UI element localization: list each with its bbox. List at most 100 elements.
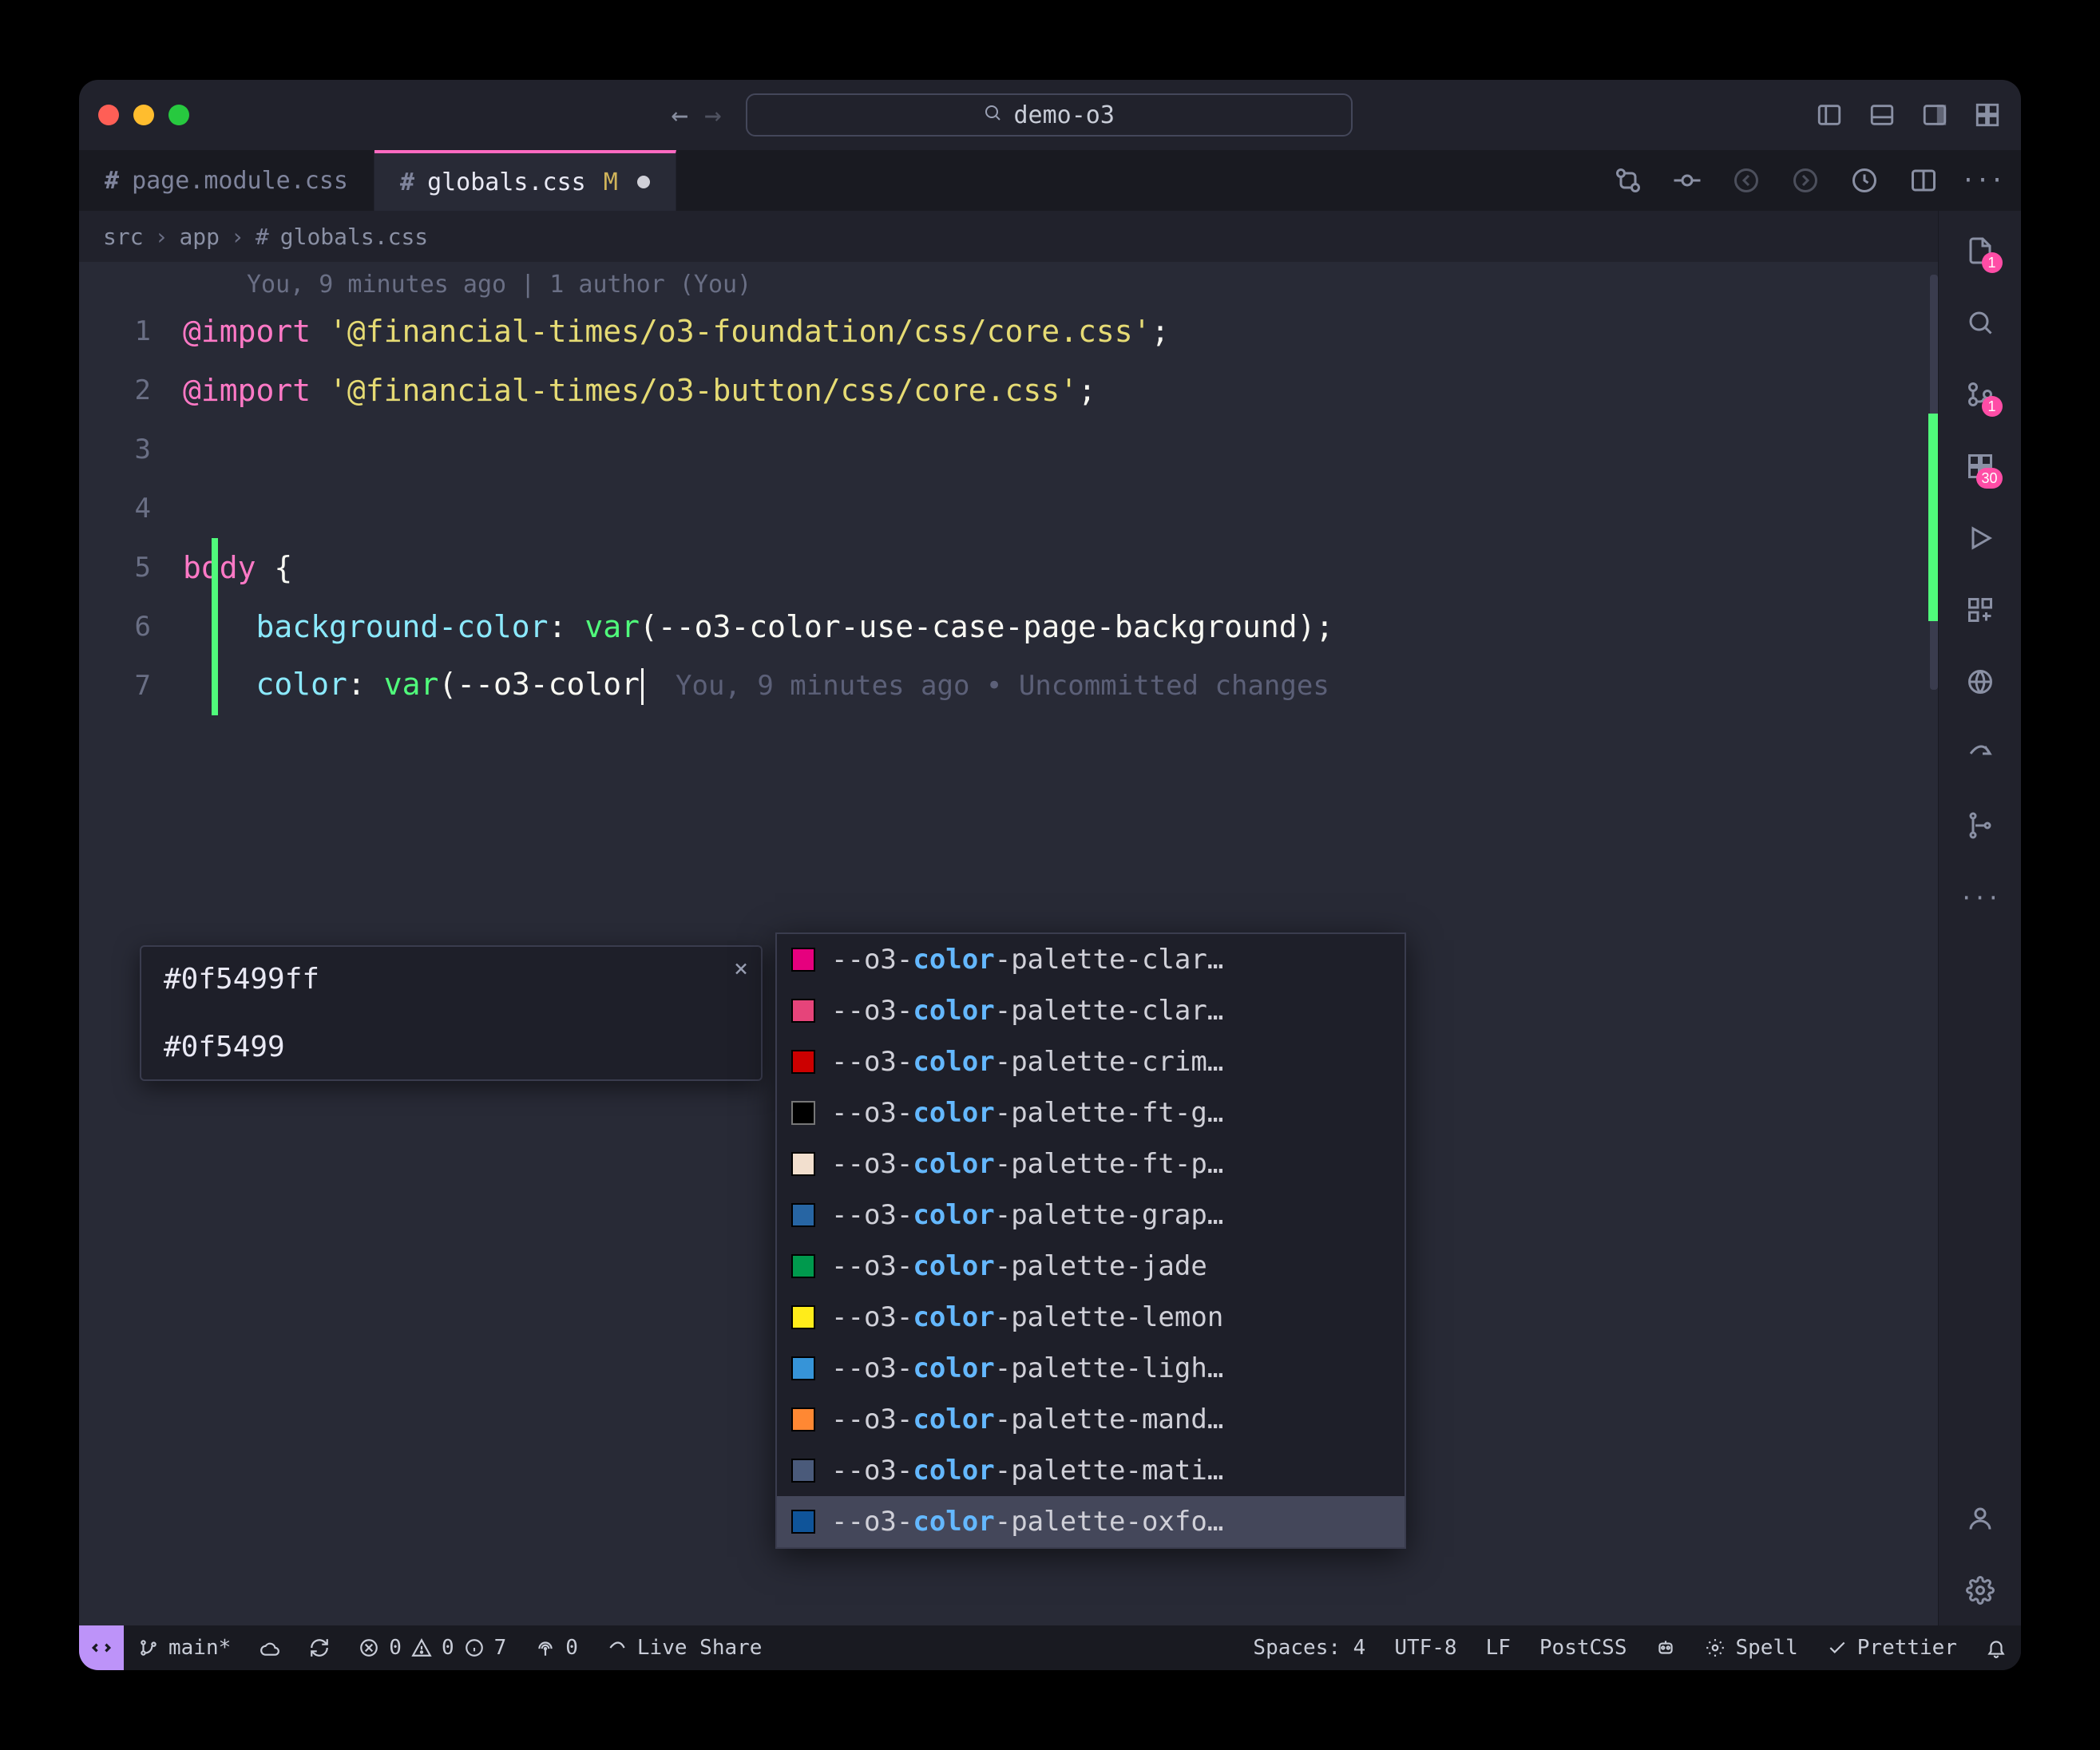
code-line[interactable]: 7 color: var(--o3-color You, 9 minutes a… [79,656,1938,715]
nav-forward-icon[interactable]: → [704,99,722,132]
close-window-button[interactable] [98,105,119,125]
autocomplete-label: --o3-color-palette-ft-p… [831,1148,1223,1180]
color-swatch-icon [791,1101,815,1125]
notifications-bell-icon[interactable] [1971,1637,2021,1658]
more-actions-icon[interactable]: ··· [1967,164,1999,196]
code-line[interactable]: 3 [79,420,1938,479]
radio-tower-status[interactable]: 0 [521,1636,592,1660]
autocomplete-item[interactable]: --o3-color-palette-ligh… [777,1343,1405,1394]
encoding-status[interactable]: UTF-8 [1380,1636,1471,1660]
autocomplete-item[interactable]: --o3-color-palette-ft-g… [777,1087,1405,1138]
run-debug-icon[interactable] [1964,522,1996,554]
zoom-window-button[interactable] [168,105,189,125]
nav-arrows: ← → [671,99,721,132]
code-line[interactable]: 6 background-color: var(--o3-color-use-c… [79,597,1938,656]
extension-marketplace-icon[interactable] [1964,594,1996,626]
timeline-icon[interactable] [1848,164,1880,196]
editor-tabs: # page.module.css # globals.css M [79,150,2021,211]
status-bar: main* 0 0 7 0 Live Share Spaces: 4 UTF-8… [79,1625,2021,1670]
autocomplete-label: --o3-color-palette-crim… [831,1046,1223,1078]
split-editor-icon[interactable] [1908,164,1940,196]
tab-label: page.module.css [132,167,348,195]
history-prev-icon[interactable] [1730,164,1762,196]
eol-status[interactable]: LF [1472,1636,1525,1660]
diff-gutter-added [212,538,218,715]
breadcrumb-seg[interactable]: src [103,224,144,250]
history-next-icon[interactable] [1789,164,1821,196]
color-swatch-icon [791,1510,815,1534]
autocomplete-label: --o3-color-palette-ligh… [831,1352,1223,1384]
remote-explorer-icon[interactable] [1964,666,1996,698]
autocomplete-item[interactable]: --o3-color-palette-ft-p… [777,1138,1405,1190]
prettier-status[interactable]: Prettier [1813,1636,1971,1660]
git-commit-icon[interactable] [1671,164,1703,196]
color-swatch-icon [791,1203,815,1227]
autocomplete-label: --o3-color-palette-grap… [831,1199,1223,1231]
remote-indicator[interactable] [79,1625,124,1670]
copilot-status-icon[interactable] [1641,1637,1690,1658]
explorer-icon[interactable]: 1 [1964,235,1996,267]
unsaved-dot-icon [637,176,650,188]
account-icon[interactable] [1964,1503,1996,1534]
color-swatch-icon [791,1050,815,1074]
color-swatch-icon [791,1305,815,1329]
gitlens-blame-header: You, 9 minutes ago | 1 author (You) [79,267,1938,302]
hash-icon: # [400,168,414,196]
autocomplete-item[interactable]: --o3-color-palette-jade [777,1241,1405,1292]
autocomplete-item[interactable]: --o3-color-palette-grap… [777,1190,1405,1241]
breadcrumb-seg[interactable]: app [179,224,220,250]
overflow-icon[interactable]: ··· [1964,881,1996,913]
tab-page-module-css[interactable]: # page.module.css [79,150,374,211]
git-compare-icon[interactable] [1612,164,1644,196]
tab-globals-css[interactable]: # globals.css M [374,150,676,211]
minimap[interactable] [1916,262,1938,1625]
code-line[interactable]: 4 [79,479,1938,538]
code-line[interactable]: 5 body { [79,538,1938,597]
git-branch-status[interactable]: main* [124,1636,245,1660]
code-editor[interactable]: You, 9 minutes ago | 1 author (You) 1 @i… [79,262,1938,1625]
settings-gear-icon[interactable] [1964,1574,1996,1606]
autocomplete-item[interactable]: --o3-color-palette-mati… [777,1445,1405,1496]
autocomplete-item[interactable]: --o3-color-palette-clar… [777,985,1405,1036]
code-line[interactable]: 2 @import '@financial-times/o3-button/cs… [79,361,1938,420]
autocomplete-item[interactable]: --o3-color-palette-clar… [777,934,1405,985]
search-icon [983,103,1002,128]
autocomplete-label: --o3-color-palette-oxfo… [831,1506,1223,1538]
badge: 30 [1976,468,2002,489]
minimize-window-button[interactable] [133,105,154,125]
line-number: 4 [79,493,183,525]
layout-sidebar-left-icon[interactable] [1815,101,1844,129]
nav-back-icon[interactable]: ← [671,99,688,132]
search-icon[interactable] [1964,307,1996,339]
autocomplete-item[interactable]: --o3-color-palette-lemon [777,1292,1405,1343]
cloud-sync-icon[interactable] [245,1637,295,1658]
editor-actions: ··· [1590,150,2021,211]
code-line[interactable]: 1 @import '@financial-times/o3-foundatio… [79,302,1938,361]
language-mode-status[interactable]: PostCSS [1525,1636,1642,1660]
autocomplete-label: --o3-color-palette-mand… [831,1404,1223,1435]
layout-sidebar-right-icon[interactable] [1920,101,1949,129]
live-share-status[interactable]: Live Share [592,1636,777,1660]
autocomplete-item[interactable]: --o3-color-palette-oxfo… [777,1496,1405,1547]
breadcrumb-seg[interactable]: globals.css [280,224,428,250]
sync-icon[interactable] [295,1637,344,1658]
problems-status[interactable]: 0 0 7 [344,1636,521,1660]
command-center[interactable]: demo-o3 [746,93,1353,137]
customize-layout-icon[interactable] [1973,101,2002,129]
extensions-icon[interactable]: 30 [1964,450,1996,482]
share-icon[interactable] [1964,738,1996,770]
badge: 1 [1982,252,2003,273]
autocomplete-label: --o3-color-palette-jade [831,1250,1207,1282]
git-graph-icon[interactable] [1964,810,1996,841]
badge: 1 [1982,396,2003,417]
close-icon[interactable]: × [734,955,748,983]
autocomplete-popup[interactable]: --o3-color-palette-clar…--o3-color-palet… [775,932,1406,1549]
autocomplete-item[interactable]: --o3-color-palette-mand… [777,1394,1405,1445]
layout-panel-icon[interactable] [1868,101,1896,129]
breadcrumbs[interactable]: src › app › # globals.css [79,211,1938,262]
source-control-icon[interactable]: 1 [1964,378,1996,410]
indent-status[interactable]: Spaces: 4 [1238,1636,1380,1660]
line-number: 7 [79,670,183,702]
autocomplete-item[interactable]: --o3-color-palette-crim… [777,1036,1405,1087]
spell-status[interactable]: Spell [1690,1636,1812,1660]
